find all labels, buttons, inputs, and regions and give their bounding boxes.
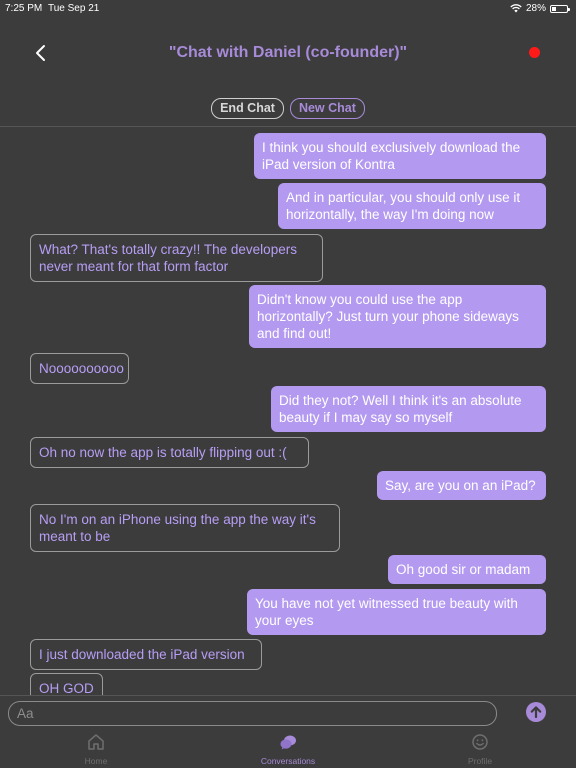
status-time: 7:25 PM — [5, 3, 43, 14]
tab-bar: Home Conversations Profile — [0, 732, 576, 768]
new-chat-button[interactable]: New Chat — [289, 98, 365, 119]
recording-indicator — [529, 47, 540, 58]
home-icon — [88, 734, 104, 750]
tab-profile[interactable]: Profile — [440, 732, 520, 766]
send-button[interactable] — [526, 702, 546, 722]
message-bubble-outgoing: And in particular, you should only use i… — [278, 183, 546, 229]
page-title: "Chat with Daniel (co-founder)" — [168, 44, 408, 61]
message-bubble-incoming: OH GOD — [30, 673, 103, 695]
message-bubble-outgoing: Say, are you on an iPad? — [377, 471, 546, 500]
composer — [0, 700, 576, 728]
message-input[interactable] — [8, 701, 497, 726]
message-bubble-incoming: I just downloaded the iPad version — [30, 639, 262, 670]
tab-conversations[interactable]: Conversations — [248, 732, 328, 766]
divider — [0, 695, 576, 696]
message-bubble-incoming: What? That's totally crazy!! The develop… — [30, 234, 323, 282]
chat-bubbles-icon — [280, 735, 296, 750]
message-bubble-outgoing: I think you should exclusively download … — [254, 133, 546, 179]
tab-home[interactable]: Home — [56, 732, 136, 766]
message-bubble-outgoing: Didn't know you could use the app horizo… — [249, 285, 546, 348]
wifi-icon — [510, 4, 522, 13]
message-bubble-outgoing: Did they not? Well I think it's an absol… — [271, 386, 546, 432]
battery-percent: 28% — [525, 3, 546, 14]
tab-profile-label: Profile — [467, 756, 493, 766]
tab-conversations-label: Conversations — [260, 756, 316, 766]
message-bubble-incoming: Oh no now the app is totally flipping ou… — [30, 437, 309, 468]
arrow-up-icon — [530, 706, 542, 719]
status-bar: 7:25 PM Tue Sep 21 28% — [0, 0, 576, 16]
message-bubble-outgoing: Oh good sir or madam — [388, 555, 546, 584]
smiley-icon — [472, 734, 488, 750]
message-bubble-incoming: No I'm on an iPhone using the app the wa… — [30, 504, 340, 552]
tab-home-label: Home — [84, 756, 108, 766]
message-list[interactable]: I think you should exclusively download … — [0, 127, 576, 695]
status-right: 28% — [510, 3, 570, 14]
message-bubble-incoming: Noooooooooo — [30, 353, 129, 384]
battery-icon — [550, 4, 570, 13]
message-bubble-outgoing: You have not yet witnessed true beauty w… — [247, 589, 546, 635]
chat-actions: End Chat New Chat — [0, 98, 576, 119]
status-date: Tue Sep 21 — [48, 3, 100, 14]
chat-header: "Chat with Daniel (co-founder)" — [0, 30, 576, 76]
end-chat-button[interactable]: End Chat — [211, 98, 284, 119]
